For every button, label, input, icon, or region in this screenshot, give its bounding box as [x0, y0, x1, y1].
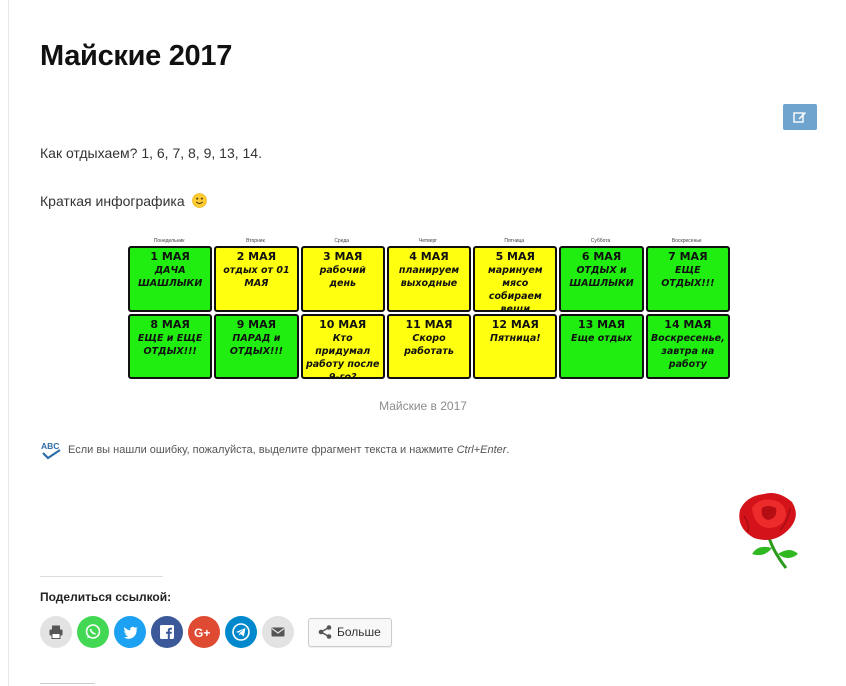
day-cell-note: ОТДЫХ и ШАШЛЫКИ — [569, 265, 634, 289]
share-more-label: Больше — [337, 625, 381, 639]
share-whatsapp-button[interactable] — [77, 616, 109, 648]
share-title: Поделиться ссылкой: — [40, 590, 172, 604]
notice-text: Если вы нашли ошибку, пожалуйста, выдели… — [68, 444, 454, 456]
day-cell-date: 8 МАЯ — [150, 317, 190, 331]
share-print-button[interactable] — [40, 616, 72, 648]
share-more-button[interactable]: Больше — [308, 617, 392, 647]
rose-icon — [739, 493, 798, 569]
day-cell-date: 13 МАЯ — [578, 317, 626, 331]
day-cell: 12 МАЯ Пятница! — [473, 313, 558, 379]
share-email-button[interactable] — [262, 616, 294, 648]
notice-suffix: . — [506, 444, 510, 456]
email-icon — [271, 627, 285, 637]
weekday-headers: Понедельник Вторник Среда Четверг Пятница Суб… — [126, 237, 730, 245]
day-cell: 8 МАЯ ЕЩЕ и ЕЩЕ ОТДЫХ!!! — [128, 313, 213, 379]
day-cell-note: Пятница! — [490, 332, 541, 344]
infographic-intro: Краткая инфографика — [40, 193, 207, 209]
day-cell-date: 14 МАЯ — [664, 317, 712, 331]
day-cell-note: отдых от 01 МАЯ — [223, 265, 290, 289]
telegram-icon — [232, 623, 250, 641]
day-cell-date: 7 МАЯ — [668, 250, 708, 263]
error-report-notice: ABC Если вы нашли ошибку, пожалуйста, вы… — [40, 440, 509, 460]
weekday-header: Понедельник — [153, 238, 185, 244]
intro-paragraph: Как отдыхаем? 1, 6, 7, 8, 9, 13, 14. — [40, 145, 262, 161]
day-cell-note: Воскресенье, завтра на работу — [650, 332, 725, 370]
day-cell-date: 1 МАЯ — [150, 250, 190, 263]
spellcheck-icon: ABC — [41, 441, 61, 460]
weekday-header: Пятница — [504, 238, 525, 244]
google-plus-icon: G+ — [194, 626, 210, 639]
page-title: Майские 2017 — [40, 40, 233, 72]
day-cell-date: 6 МАЯ — [581, 250, 622, 263]
day-cell: 4 МАЯ планируем выходные — [386, 246, 472, 312]
calendar-grid: 1 МАЯ ДАЧА ШАШЛЫКИ 2 МАЯ отдых от 01 МАЯ 3 М… — [128, 246, 730, 379]
day-cell-note: Еще отдых — [570, 332, 633, 344]
day-cell: 7 МАЯ ЕЩЕ ОТДЫХ!!! — [645, 246, 730, 312]
facebook-icon — [160, 625, 174, 639]
day-cell-note: рабочий день — [319, 265, 366, 289]
day-cell: 6 МАЯ ОТДЫХ и ШАШЛЫКИ — [559, 246, 644, 312]
image-caption: Майские в 2017 — [379, 399, 467, 413]
weekday-header: Суббота — [590, 238, 611, 244]
day-cell-date: 11 МАЯ — [405, 317, 453, 331]
section-divider — [40, 683, 95, 684]
twitter-icon — [123, 626, 137, 639]
day-cell: 5 МАЯ маринуем мясо собираем вещи — [473, 246, 558, 312]
day-cell: 9 МАЯ ПАРАД и ОТДЫХ!!! — [214, 313, 299, 379]
share-facebook-button[interactable] — [151, 616, 183, 648]
weekday-header: Четверг — [418, 238, 438, 244]
svg-text:G+: G+ — [194, 626, 210, 639]
edit-icon — [793, 112, 806, 123]
day-cell: 1 МАЯ ДАЧА ШАШЛЫКИ — [128, 246, 213, 312]
day-cell-note: планируем выходные — [398, 265, 460, 289]
day-cell-date: 2 МАЯ — [236, 250, 277, 263]
smiley-icon — [191, 193, 207, 208]
printer-icon — [49, 625, 63, 639]
day-cell-date: 3 МАЯ — [322, 250, 363, 263]
infographic-intro-text: Краткая инфографика — [40, 193, 185, 209]
day-cell-note: ЕЩЕ ОТДЫХ!!! — [661, 265, 715, 289]
svg-text:ABC: ABC — [41, 441, 59, 451]
share-icon — [318, 625, 332, 639]
day-cell-note: маринуем мясо собираем вещи — [487, 265, 543, 312]
day-cell-date: 9 МАЯ — [236, 317, 277, 331]
weekday-header: Вторник — [246, 238, 265, 244]
day-cell: 13 МАЯ Еще отдых — [559, 313, 644, 379]
day-cell-note: Кто придумал работу после 9-го? — [305, 332, 380, 379]
edit-button[interactable] — [783, 104, 817, 130]
day-cell-note: ЕЩЕ и ЕЩЕ ОТДЫХ!!! — [137, 332, 203, 357]
share-telegram-button[interactable] — [225, 616, 257, 648]
day-cell-date: 10 МАЯ — [319, 317, 367, 331]
share-twitter-button[interactable] — [114, 616, 146, 648]
day-cell-date: 4 МАЯ — [409, 250, 449, 263]
share-buttons: G+ Больше — [40, 616, 392, 648]
may-holidays-infographic: Понедельник Вторник Среда Четверг Пятница Суб… — [126, 237, 730, 380]
weekday-header: Среда — [334, 238, 350, 244]
day-cell: 10 МАЯ Кто придумал работу после 9-го? — [300, 313, 385, 379]
notice-shortcut: Ctrl+Enter — [456, 444, 507, 456]
day-cell: 3 МАЯ рабочий день — [300, 246, 385, 312]
day-cell: 11 МАЯ Скоро работать — [386, 313, 472, 379]
day-cell-note: ПАРАД и ОТДЫХ!!! — [229, 332, 284, 357]
share-google-plus-button[interactable]: G+ — [188, 616, 220, 648]
day-cell-note: ДАЧА ШАШЛЫКИ — [138, 265, 203, 289]
share-divider — [40, 576, 163, 577]
content-border — [8, 0, 9, 686]
day-cell-date: 12 МАЯ — [491, 317, 539, 331]
weekday-header: Воскресенье — [671, 238, 702, 244]
day-cell-note: Скоро работать — [404, 332, 454, 357]
day-cell: 2 МАЯ отдых от 01 МАЯ — [214, 246, 299, 312]
day-cell: 14 МАЯ Воскресенье, завтра на работу — [645, 313, 730, 379]
day-cell-date: 5 МАЯ — [495, 250, 535, 263]
whatsapp-icon — [85, 624, 101, 639]
